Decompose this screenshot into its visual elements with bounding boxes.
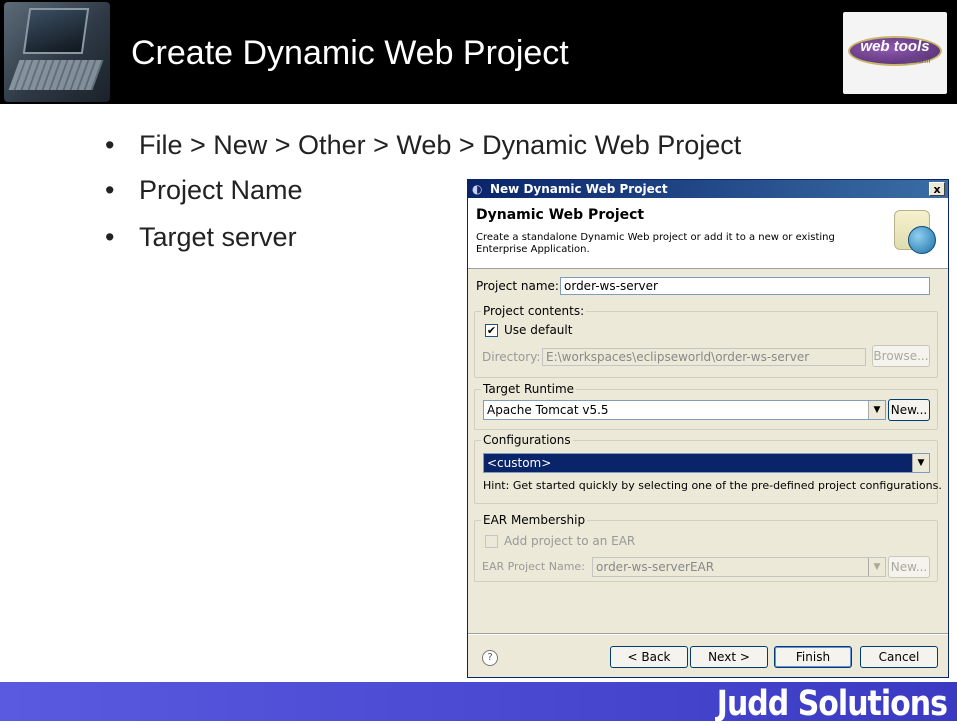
close-button[interactable]: x bbox=[929, 182, 945, 196]
bullet-dot: • bbox=[105, 175, 115, 205]
project-contents-group: Project contents: bbox=[474, 304, 938, 378]
configurations-select[interactable]: <custom> ▼ bbox=[483, 453, 930, 473]
dialog-window-title: New Dynamic Web Project bbox=[490, 182, 668, 196]
slide-title: Create Dynamic Web Project bbox=[131, 34, 569, 72]
bullet-text: File > New > Other > Web > Dynamic Web P… bbox=[139, 130, 742, 160]
project-contents-legend: Project contents: bbox=[481, 304, 587, 318]
wizard-banner: Dynamic Web Project Create a standalone … bbox=[468, 198, 948, 269]
project-name-label: Project name: bbox=[476, 279, 559, 293]
globe-icon bbox=[908, 226, 936, 254]
use-default-label: Use default bbox=[504, 323, 573, 337]
laptop-keyboard bbox=[8, 60, 104, 90]
bullet-text: Target server bbox=[139, 222, 297, 252]
target-runtime-value: Apache Tomcat v5.5 bbox=[487, 403, 609, 417]
bullet-item: • Project Name bbox=[105, 175, 303, 206]
judd-solutions-logo: Judd Solutions bbox=[716, 684, 948, 724]
back-button[interactable]: < Back bbox=[610, 646, 688, 668]
directory-input[interactable]: E:\workspaces\eclipseworld\order-ws-serv… bbox=[542, 348, 866, 366]
wizard-description: Create a standalone Dynamic Web project … bbox=[476, 232, 835, 255]
new-runtime-button[interactable]: New... bbox=[888, 399, 930, 421]
target-runtime-select[interactable]: Apache Tomcat v5.5 ▼ bbox=[483, 400, 886, 420]
finish-button[interactable]: Finish bbox=[774, 646, 852, 668]
cancel-button[interactable]: Cancel bbox=[860, 646, 938, 668]
dropdown-arrow-icon[interactable]: ▼ bbox=[868, 558, 885, 576]
ear-project-name-label: EAR Project Name: bbox=[482, 560, 585, 573]
dialog-title-bar[interactable]: ◐ New Dynamic Web Project x bbox=[468, 180, 948, 198]
directory-label: Directory: bbox=[482, 350, 541, 364]
laptop-image bbox=[4, 2, 110, 102]
wizard-heading: Dynamic Web Project bbox=[476, 207, 645, 223]
configurations-legend: Configurations bbox=[481, 433, 573, 447]
bullet-dot: • bbox=[105, 222, 115, 252]
new-dynamic-web-project-dialog: ◐ New Dynamic Web Project x Dynamic Web … bbox=[467, 179, 949, 678]
button-bar-separator bbox=[468, 633, 948, 635]
logo-text: web tools bbox=[860, 38, 930, 55]
configurations-hint: Hint: Get started quickly by selecting o… bbox=[483, 479, 942, 492]
ear-project-name-select[interactable]: order-ws-serverEAR ▼ bbox=[592, 557, 886, 577]
bullet-text: Project Name bbox=[139, 175, 303, 205]
web-project-icon bbox=[892, 206, 936, 254]
bullet-dot: • bbox=[105, 130, 115, 160]
project-name-input[interactable]: order-ws-server bbox=[560, 277, 930, 295]
dropdown-arrow-icon[interactable]: ▼ bbox=[868, 401, 885, 419]
configurations-value: <custom> bbox=[487, 456, 552, 470]
next-button[interactable]: Next > bbox=[690, 646, 768, 668]
browse-button[interactable]: Browse... bbox=[872, 345, 930, 367]
eclipse-icon: ◐ bbox=[472, 182, 483, 196]
ear-project-name-value: order-ws-serverEAR bbox=[596, 560, 715, 574]
ear-new-button[interactable]: New... bbox=[888, 556, 930, 578]
logo-subtext: platform bbox=[905, 58, 931, 65]
bullet-item: • Target server bbox=[105, 222, 297, 253]
bullet-item: • File > New > Other > Web > Dynamic Web … bbox=[105, 130, 741, 161]
add-to-ear-label: Add project to an EAR bbox=[504, 534, 636, 548]
web-tools-logo: web tools platform bbox=[843, 12, 947, 94]
target-runtime-legend: Target Runtime bbox=[481, 382, 577, 396]
use-default-checkbox[interactable]: ✔ bbox=[485, 324, 498, 337]
add-to-ear-checkbox[interactable] bbox=[485, 535, 498, 548]
help-icon[interactable]: ? bbox=[482, 650, 498, 666]
laptop-screen bbox=[22, 8, 90, 54]
dropdown-arrow-icon[interactable]: ▼ bbox=[912, 454, 929, 472]
ear-membership-legend: EAR Membership bbox=[481, 513, 588, 527]
